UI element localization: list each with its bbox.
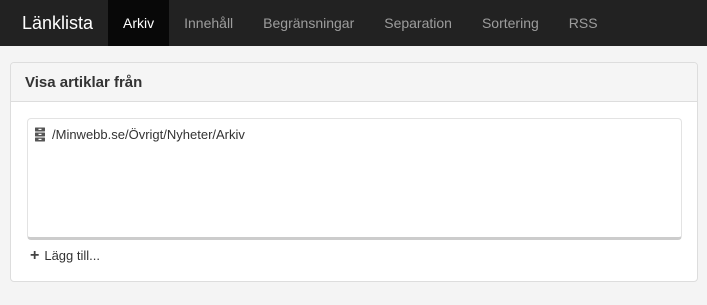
panel-title: Visa artiklar från (25, 73, 143, 91)
archive-list[interactable]: /Minwebb.se/Övrigt/Nyheter/Arkiv (27, 118, 682, 240)
add-button[interactable]: + Lägg till... (30, 246, 100, 264)
archive-path: /Minwebb.se/Övrigt/Nyheter/Arkiv (52, 127, 245, 142)
add-label: Lägg till... (44, 248, 100, 263)
tab-begransningar[interactable]: Begränsningar (248, 0, 369, 46)
tab-arkiv[interactable]: Arkiv (108, 0, 170, 46)
tab-separation[interactable]: Separation (369, 0, 467, 46)
plus-icon: + (30, 246, 40, 264)
app-title[interactable]: Länklista (0, 0, 108, 46)
tab-rss[interactable]: RSS (554, 0, 613, 46)
tab-sortering[interactable]: Sortering (467, 0, 554, 46)
tab-innehall[interactable]: Innehåll (169, 0, 248, 46)
top-navbar: Länklista Arkiv Innehåll Begränsningar S… (0, 0, 707, 46)
archive-icon (35, 127, 45, 142)
archive-panel: Visa artiklar från /Minwebb.se/Övrigt/Ny… (10, 62, 698, 282)
list-item[interactable]: /Minwebb.se/Övrigt/Nyheter/Arkiv (34, 127, 245, 142)
panel-heading: Visa artiklar från (11, 63, 697, 102)
